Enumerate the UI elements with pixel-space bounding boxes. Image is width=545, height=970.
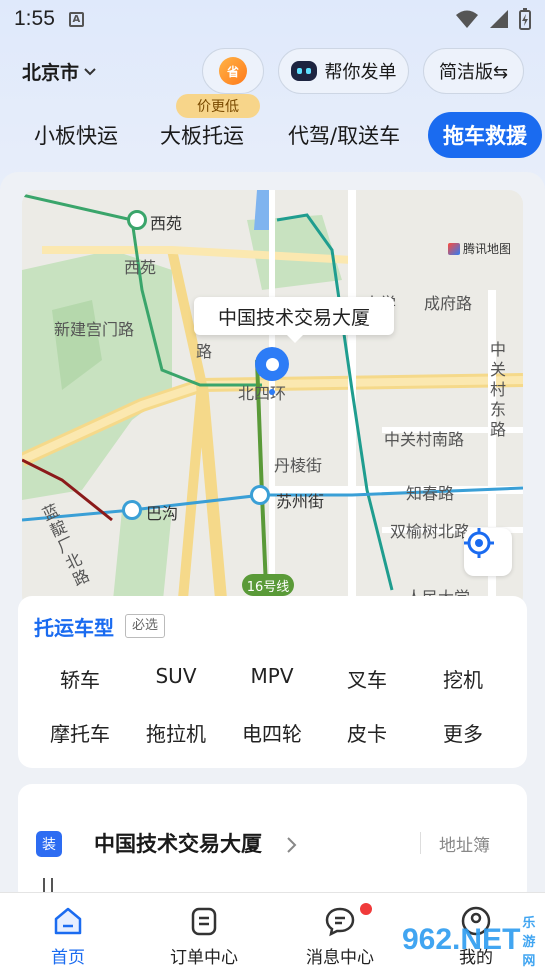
nav-orders-label: 订单中心 — [170, 948, 238, 968]
tab-large-board[interactable]: 大板托运 — [160, 116, 244, 156]
vehicle-option[interactable]: SUV — [131, 664, 221, 688]
map-label: 中关村东路 — [490, 340, 507, 439]
map-provider-label: 腾讯地图 — [462, 242, 511, 256]
nav-messages[interactable]: 消息中心 — [280, 893, 400, 970]
clipboard-icon — [191, 907, 217, 936]
watermark-brand: 962.NET — [402, 923, 521, 956]
subway-line-badge: 16号线 — [242, 574, 294, 596]
tab-tow-rescue[interactable]: 拖车救援 — [428, 112, 542, 158]
locate-me-button[interactable] — [464, 528, 512, 576]
battery-icon — [519, 8, 531, 30]
header-row: 北京市 省 帮你发单 简洁版⇆ — [0, 48, 545, 94]
vehicle-option[interactable]: 挖机 — [418, 664, 508, 693]
save-icon: 省 — [219, 57, 247, 85]
divider — [420, 832, 421, 854]
city-label: 北京市 — [22, 62, 80, 84]
city-selector[interactable]: 北京市 — [22, 58, 97, 85]
robot-icon — [290, 61, 317, 81]
vehicle-option[interactable]: 皮卡 — [322, 718, 412, 747]
map-label: 双榆树北路 — [390, 522, 471, 541]
station-marker — [127, 210, 147, 230]
nav-home-label: 首页 — [51, 948, 85, 968]
save-money-button[interactable]: 省 — [202, 48, 264, 94]
map-label: 苏州街 — [276, 492, 325, 511]
watermark-sub: 乐游网 — [522, 914, 536, 968]
vehicle-option[interactable]: MPV — [227, 664, 317, 688]
map-label: 北四环 — [238, 384, 287, 403]
location-callout[interactable]: 中国技术交易大厦 — [194, 297, 394, 343]
address-card: 装 中国技术交易大厦 地址簿 — [18, 784, 527, 904]
nav-messages-label: 消息中心 — [306, 948, 374, 968]
location-dot — [269, 389, 275, 395]
simple-mode-label: 简洁版⇆ — [438, 62, 509, 83]
vehicle-option[interactable]: 电四轮 — [227, 718, 317, 747]
unread-dot — [360, 903, 372, 915]
load-badge: 装 — [36, 831, 62, 857]
signal-icon — [490, 10, 508, 28]
tencent-map-logo — [447, 242, 460, 255]
simple-mode-button[interactable]: 简洁版⇆ — [423, 48, 524, 94]
crosshair-icon — [464, 528, 494, 558]
chevron-right-icon — [287, 837, 297, 853]
vehicle-option[interactable]: 叉车 — [322, 664, 412, 693]
station-marker — [250, 485, 270, 505]
map-label: 路 — [196, 342, 213, 361]
required-badge: 必选 — [125, 614, 166, 638]
status-bar: 1:55 A — [0, 0, 545, 38]
map-provider: 腾讯地图 — [447, 240, 511, 257]
help-order-button[interactable]: 帮你发单 — [278, 48, 409, 94]
pickup-address[interactable]: 中国技术交易大厦 — [94, 828, 262, 858]
nav-orders[interactable]: 订单中心 — [144, 893, 264, 970]
map-label: 西苑 — [150, 214, 183, 233]
address-book-link[interactable]: 地址簿 — [439, 831, 490, 856]
vehicle-option[interactable]: 拖拉机 — [131, 718, 221, 747]
status-icons — [455, 8, 531, 30]
status-time: 1:55 — [14, 7, 55, 30]
vehicle-option[interactable]: 更多 — [418, 718, 508, 747]
map-label: 知春路 — [406, 484, 455, 503]
station-marker — [122, 500, 142, 520]
vehicle-type-title: 托运车型 — [34, 616, 114, 640]
tab-small-board[interactable]: 小板快运 — [34, 116, 118, 156]
map-label: 中关村南路 — [384, 430, 465, 449]
chat-bubble-icon — [325, 907, 355, 937]
nav-home[interactable]: 首页 — [8, 893, 128, 970]
tab-designated-driver[interactable]: 代驾/取送车 — [288, 116, 400, 156]
watermark: 962.NET 乐游网 — [402, 915, 542, 968]
vehicle-option[interactable]: 摩托车 — [35, 718, 125, 747]
service-tabs: 小板快运 大板托运 代驾/取送车 拖车救援 — [0, 112, 545, 160]
vehicle-option[interactable]: 轿车 — [35, 664, 125, 693]
map-label: 巴沟 — [146, 504, 179, 523]
map-label: 成府路 — [424, 294, 473, 313]
map-view[interactable]: 西苑 西苑 新建宫门路 路 大学 成府路 中关村东路 北四环 中关村南路 丹棱街… — [22, 190, 523, 610]
help-order-label: 帮你发单 — [324, 62, 397, 83]
map-label: 丹棱街 — [274, 456, 323, 475]
home-icon — [54, 907, 82, 935]
wifi-icon — [456, 10, 478, 28]
vehicle-type-card: 托运车型 必选 轿车 SUV MPV 叉车 挖机 摩托车 拖拉机 电四轮 皮卡 … — [18, 596, 527, 768]
chevron-down-icon — [84, 67, 96, 75]
map-label: 西苑 — [124, 258, 157, 277]
map-label: 新建宫门路 — [54, 320, 135, 339]
notification-icon: A — [68, 11, 84, 27]
location-pin-icon — [255, 347, 289, 381]
